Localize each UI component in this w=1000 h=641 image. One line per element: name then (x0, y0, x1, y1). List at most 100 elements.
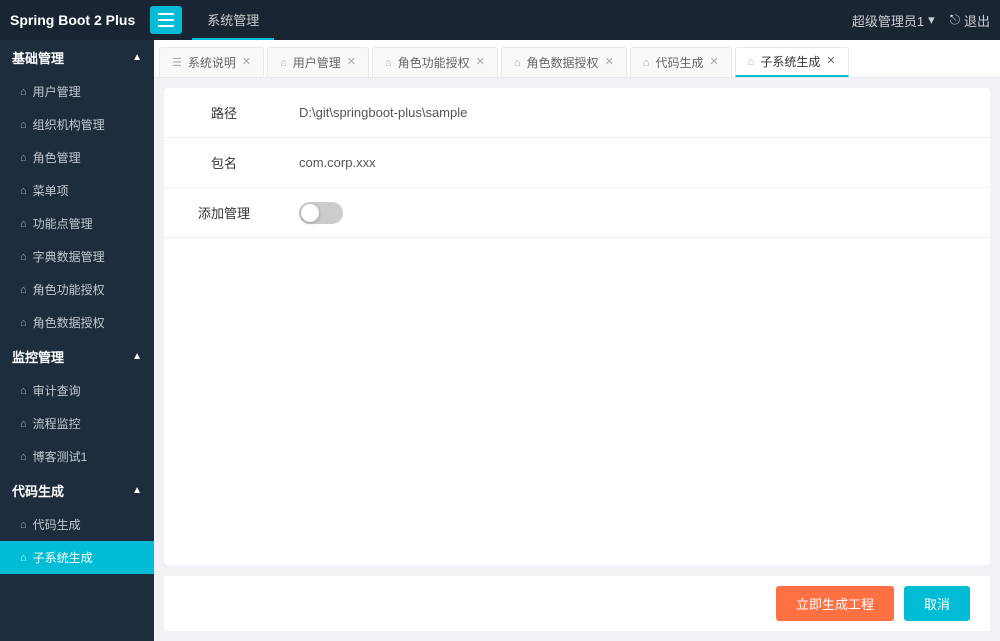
sidebar-item-audit[interactable]: ⌂ 审计查询 (0, 374, 154, 407)
sidebar-item-role-mgmt[interactable]: ⌂ 角色管理 (0, 141, 154, 174)
form-row-package: 包名 com.corp.xxx (164, 138, 990, 188)
logout-icon: ⎋ (950, 12, 960, 28)
form-row-path: 路径 D:\git\springboot-plus\sample (164, 88, 990, 138)
home-icon: ⌂ (20, 218, 27, 230)
sidebar-item-org-mgmt[interactable]: ⌂ 组织机构管理 (0, 108, 154, 141)
sidebar-group-basic-arrow: ▲ (132, 52, 142, 63)
sidebar-item-label: 子系统生成 (33, 549, 93, 566)
tab-role-data-auth[interactable]: ⌂ 角色数据授权 ✕ (501, 47, 627, 77)
home-icon: ⌂ (20, 552, 27, 564)
sidebar-item-label: 功能点管理 (33, 215, 93, 232)
sidebar-group-codegen-label: 代码生成 (12, 481, 64, 500)
menu-toggle-button[interactable] (150, 6, 182, 34)
form-value-add-mgmt (284, 190, 990, 236)
home-icon: ⌂ (20, 185, 27, 197)
tab-label: 用户管理 (293, 54, 341, 71)
logout-button[interactable]: ⎋ 退出 (950, 11, 990, 30)
sidebar: 基础管理 ▲ ⌂ 用户管理 ⌂ 组织机构管理 ⌂ 角色管理 ⌂ 菜单项 ⌂ 功能… (0, 40, 154, 641)
form-value-package[interactable]: com.corp.xxx (284, 143, 990, 182)
tab-close-icon[interactable]: ✕ (826, 56, 835, 67)
sidebar-item-role-data[interactable]: ⌂ 角色数据授权 (0, 306, 154, 339)
tab-close-icon[interactable]: ✕ (605, 57, 614, 68)
sidebar-item-label: 用户管理 (33, 83, 81, 100)
form-label-add-mgmt: 添加管理 (164, 191, 284, 234)
sidebar-item-dict-mgmt[interactable]: ⌂ 字典数据管理 (0, 240, 154, 273)
sidebar-item-label: 菜单项 (33, 182, 69, 199)
header: Spring Boot 2 Plus 系统管理 超级管理员1 ▾ ⎋ 退出 (0, 0, 1000, 40)
sidebar-group-basic-label: 基础管理 (12, 48, 64, 67)
sidebar-item-label: 角色功能授权 (33, 281, 105, 298)
sidebar-item-label: 角色数据授权 (33, 314, 105, 331)
sidebar-group-basic-mgmt[interactable]: 基础管理 ▲ (0, 40, 154, 75)
chevron-down-icon: ▾ (928, 12, 935, 28)
tab-label: 角色功能授权 (398, 54, 470, 71)
tab-close-icon[interactable]: ✕ (476, 57, 485, 68)
sidebar-group-codegen-arrow: ▲ (132, 485, 142, 496)
toggle-knob (301, 204, 319, 222)
content-area: ☰ 系统说明 ✕ ⌂ 用户管理 ✕ ⌂ 角色功能授权 ✕ ⌂ 角色数据授权 ✕ … (154, 40, 1000, 641)
sidebar-group-code-gen[interactable]: 代码生成 ▲ (0, 473, 154, 508)
tabs-bar: ☰ 系统说明 ✕ ⌂ 用户管理 ✕ ⌂ 角色功能授权 ✕ ⌂ 角色数据授权 ✕ … (154, 40, 1000, 78)
form-wrapper: 路径 D:\git\springboot-plus\sample 包名 com.… (154, 78, 1000, 641)
sidebar-group-monitor-mgmt[interactable]: 监控管理 ▲ (0, 339, 154, 374)
sidebar-item-menu[interactable]: ⌂ 菜单项 (0, 174, 154, 207)
home-icon: ⌂ (20, 251, 27, 263)
sidebar-item-label: 流程监控 (33, 415, 81, 432)
add-mgmt-toggle[interactable] (299, 202, 343, 224)
sidebar-item-subsys-gen[interactable]: ⌂ 子系统生成 (0, 541, 154, 574)
tab-label: 系统说明 (188, 54, 236, 71)
form-value-path[interactable]: D:\git\springboot-plus\sample (284, 93, 990, 132)
home-icon: ⌂ (20, 317, 27, 329)
sidebar-item-label: 博客测试1 (33, 448, 88, 465)
user-dropdown[interactable]: 超级管理员1 ▾ (852, 11, 935, 30)
nav-system-mgmt[interactable]: 系统管理 (192, 0, 274, 40)
header-right: 超级管理员1 ▾ ⎋ 退出 (852, 11, 990, 30)
home-icon: ⌂ (20, 284, 27, 296)
tab-icon: ☰ (172, 56, 182, 69)
tab-icon: ⌂ (514, 57, 521, 69)
tab-icon: ⌂ (385, 57, 392, 69)
tab-icon: ⌂ (280, 57, 287, 69)
home-icon: ⌂ (20, 152, 27, 164)
menu-bar-2 (158, 19, 174, 21)
tab-user-mgmt[interactable]: ⌂ 用户管理 ✕ (267, 47, 369, 77)
sidebar-item-label: 代码生成 (33, 516, 81, 533)
form-label-package: 包名 (164, 141, 284, 184)
tab-code-gen[interactable]: ⌂ 代码生成 ✕ (630, 47, 732, 77)
form-container: 路径 D:\git\springboot-plus\sample 包名 com.… (164, 88, 990, 565)
app-logo: Spring Boot 2 Plus (10, 12, 135, 28)
tab-label: 代码生成 (655, 54, 703, 71)
cancel-button[interactable]: 取消 (904, 586, 970, 621)
sidebar-item-func-mgmt[interactable]: ⌂ 功能点管理 (0, 207, 154, 240)
main-container: 基础管理 ▲ ⌂ 用户管理 ⌂ 组织机构管理 ⌂ 角色管理 ⌂ 菜单项 ⌂ 功能… (0, 40, 1000, 641)
sidebar-item-flow[interactable]: ⌂ 流程监控 (0, 407, 154, 440)
tab-close-icon[interactable]: ✕ (709, 57, 718, 68)
tab-label: 子系统生成 (760, 53, 820, 70)
form-row-add-mgmt: 添加管理 (164, 188, 990, 238)
tab-sys-intro[interactable]: ☰ 系统说明 ✕ (159, 47, 264, 77)
sidebar-item-blog-test[interactable]: ⌂ 博客测试1 (0, 440, 154, 473)
tab-role-func-auth[interactable]: ⌂ 角色功能授权 ✕ (372, 47, 498, 77)
sidebar-item-user-mgmt[interactable]: ⌂ 用户管理 (0, 75, 154, 108)
form-label-path: 路径 (164, 91, 284, 134)
menu-bar-1 (158, 13, 174, 15)
home-icon: ⌂ (20, 451, 27, 463)
sidebar-item-label: 组织机构管理 (33, 116, 105, 133)
menu-bar-3 (158, 25, 174, 27)
tab-close-icon[interactable]: ✕ (242, 57, 251, 68)
home-icon: ⌂ (20, 385, 27, 397)
tab-icon: ⌂ (643, 57, 650, 69)
sidebar-item-role-func[interactable]: ⌂ 角色功能授权 (0, 273, 154, 306)
sidebar-item-code-gen[interactable]: ⌂ 代码生成 (0, 508, 154, 541)
home-icon: ⌂ (20, 519, 27, 531)
home-icon: ⌂ (20, 86, 27, 98)
logout-label: 退出 (964, 11, 990, 30)
sidebar-item-label: 角色管理 (33, 149, 81, 166)
tab-close-icon[interactable]: ✕ (347, 57, 356, 68)
bottom-action-bar: 立即生成工程 取消 (164, 575, 990, 631)
generate-project-button[interactable]: 立即生成工程 (776, 586, 894, 621)
sidebar-group-monitor-label: 监控管理 (12, 347, 64, 366)
home-icon: ⌂ (20, 418, 27, 430)
tab-subsys-gen[interactable]: ⌂ 子系统生成 ✕ (735, 47, 849, 77)
sidebar-group-monitor-arrow: ▲ (132, 351, 142, 362)
